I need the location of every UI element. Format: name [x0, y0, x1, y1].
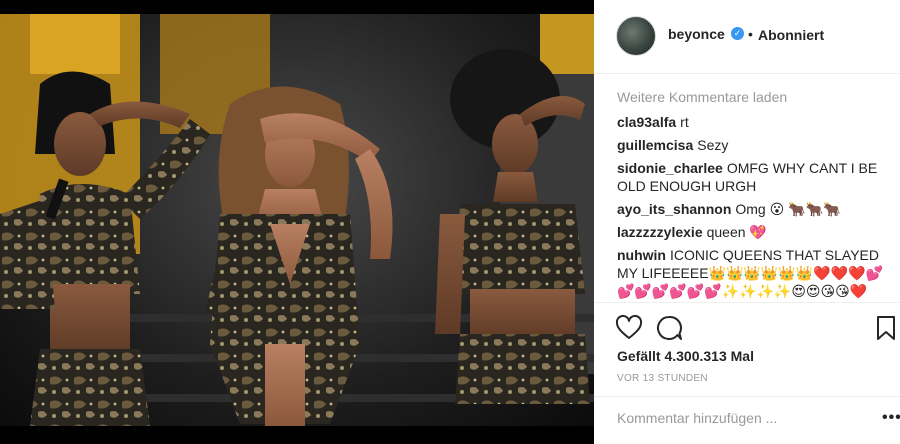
comment-username[interactable]: lazzzzzylexie — [617, 224, 703, 240]
bookmark-icon[interactable] — [874, 314, 898, 342]
comment-item: nuhwin ICONIC QUEENS THAT SLAYED MY LIFEE… — [617, 246, 897, 300]
username-link[interactable]: beyonce — [668, 26, 725, 42]
comment-item: guillemcisa Sezy — [617, 136, 897, 154]
concert-photo — [0, 14, 594, 426]
comment-item: ayo_its_shannon Omg 😮 🐂🐂🐂 — [617, 200, 897, 218]
avatar[interactable] — [616, 16, 656, 56]
photo-illustration — [0, 14, 594, 426]
post-header: beyonce ✓ • Abonniert — [594, 0, 900, 74]
likes-count[interactable]: Gefällt 4.300.313 Mal — [617, 348, 754, 364]
comment-text: Omg 😮 🐂🐂🐂 — [735, 201, 841, 217]
comment-text: rt — [680, 114, 689, 130]
post-timestamp[interactable]: VOR 13 STUNDEN — [617, 373, 708, 384]
comment-input[interactable] — [617, 407, 857, 429]
add-comment-bar: ••• — [594, 396, 900, 444]
comment-icon[interactable] — [655, 314, 683, 342]
comment-text: Sezy — [697, 137, 729, 153]
verified-badge-icon: ✓ — [731, 27, 744, 40]
comment-username[interactable]: sidonie_charlee — [617, 160, 723, 176]
comment-username[interactable]: ayo_its_shannon — [617, 201, 731, 217]
comment-username[interactable]: guillemcisa — [617, 137, 693, 153]
separator-dot: • — [748, 26, 753, 42]
heart-icon[interactable] — [615, 314, 643, 342]
comment-text: queen 💖 — [706, 224, 767, 240]
comment-item: lazzzzzylexie queen 💖 — [617, 223, 897, 241]
more-options-button[interactable]: ••• — [882, 409, 900, 427]
comment-username[interactable]: nuhwin — [617, 247, 666, 263]
comments-list: Weitere Kommentare laden cla93alfa rt gui… — [617, 87, 897, 305]
load-more-comments-link[interactable]: Weitere Kommentare laden — [617, 87, 897, 109]
post-photo[interactable] — [0, 0, 594, 444]
comment-item: cla93alfa rt — [617, 113, 897, 131]
post-side-panel: beyonce ✓ • Abonniert Weitere Kommentare… — [594, 0, 900, 444]
comment-item: sidonie_charlee OMFG WHY CANT I BE OLD EN… — [617, 159, 897, 195]
follow-status-button[interactable]: Abonniert — [758, 27, 824, 43]
post-actions: Gefällt 4.300.313 Mal VOR 13 STUNDEN — [594, 302, 900, 390]
comment-username[interactable]: cla93alfa — [617, 114, 676, 130]
